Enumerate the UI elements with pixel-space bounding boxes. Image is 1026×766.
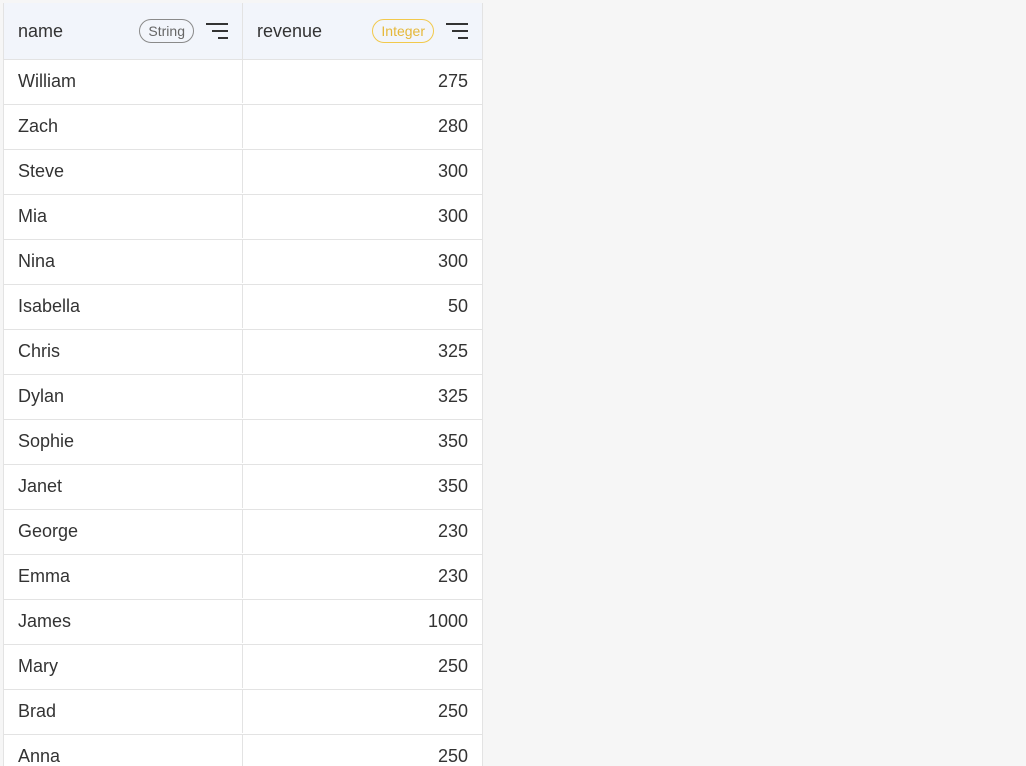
table-row[interactable]: Chris 325 [4,330,482,375]
table-row[interactable]: Mary 250 [4,645,482,690]
cell-name[interactable]: Mia [4,195,242,238]
cell-revenue[interactable]: 300 [242,240,482,283]
table-row[interactable]: Dylan 325 [4,375,482,420]
cell-name[interactable]: George [4,510,242,553]
table-row[interactable]: Isabella 50 [4,285,482,330]
type-badge-integer: Integer [372,19,434,43]
table-row[interactable]: William 275 [4,60,482,105]
cell-revenue[interactable]: 1000 [242,600,482,643]
cell-name[interactable]: Anna [4,735,242,766]
cell-name[interactable]: William [4,60,242,103]
cell-name[interactable]: Chris [4,330,242,373]
cell-name[interactable]: Nina [4,240,242,283]
cell-name[interactable]: James [4,600,242,643]
type-badge-string: String [139,19,194,43]
table-row[interactable]: Steve 300 [4,150,482,195]
cell-name[interactable]: Emma [4,555,242,598]
cell-revenue[interactable]: 350 [242,465,482,508]
table-row[interactable]: Janet 350 [4,465,482,510]
column-header-revenue[interactable]: revenue Integer [242,3,482,59]
cell-revenue[interactable]: 350 [242,420,482,463]
cell-revenue[interactable]: 50 [242,285,482,328]
table-row[interactable]: James 1000 [4,600,482,645]
cell-name[interactable]: Dylan [4,375,242,418]
table-row[interactable]: Mia 300 [4,195,482,240]
table-row[interactable]: Anna 250 [4,735,482,766]
cell-revenue[interactable]: 230 [242,510,482,553]
cell-revenue[interactable]: 250 [242,690,482,733]
cell-name[interactable]: Isabella [4,285,242,328]
table-row[interactable]: Zach 280 [4,105,482,150]
cell-name[interactable]: Mary [4,645,242,688]
cell-revenue[interactable]: 300 [242,150,482,193]
filter-menu-icon[interactable] [446,22,470,40]
cell-name[interactable]: Brad [4,690,242,733]
table-row[interactable]: Brad 250 [4,690,482,735]
cell-name[interactable]: Steve [4,150,242,193]
cell-revenue[interactable]: 325 [242,375,482,418]
cell-revenue[interactable]: 325 [242,330,482,373]
cell-revenue[interactable]: 280 [242,105,482,148]
table-row[interactable]: Sophie 350 [4,420,482,465]
column-name-label: name [18,20,64,41]
grid-header: name String revenue Integer [4,3,482,60]
cell-name[interactable]: Sophie [4,420,242,463]
cell-revenue[interactable]: 300 [242,195,482,238]
data-grid: name String revenue Integer William 275 Z… [3,3,483,766]
table-row[interactable]: George 230 [4,510,482,555]
filter-menu-icon[interactable] [206,22,230,40]
grid-body: William 275 Zach 280 Steve 300 Mia 300 Nina 3… [4,60,482,766]
cell-name[interactable]: Janet [4,465,242,508]
table-row[interactable]: Emma 230 [4,555,482,600]
cell-revenue[interactable]: 230 [242,555,482,598]
cell-revenue[interactable]: 250 [242,645,482,688]
cell-name[interactable]: Zach [4,105,242,148]
column-header-name[interactable]: name String [4,3,242,59]
cell-revenue[interactable]: 275 [242,60,482,103]
table-row[interactable]: Nina 300 [4,240,482,285]
cell-revenue[interactable]: 250 [242,735,482,766]
column-name-label: revenue [257,20,323,41]
